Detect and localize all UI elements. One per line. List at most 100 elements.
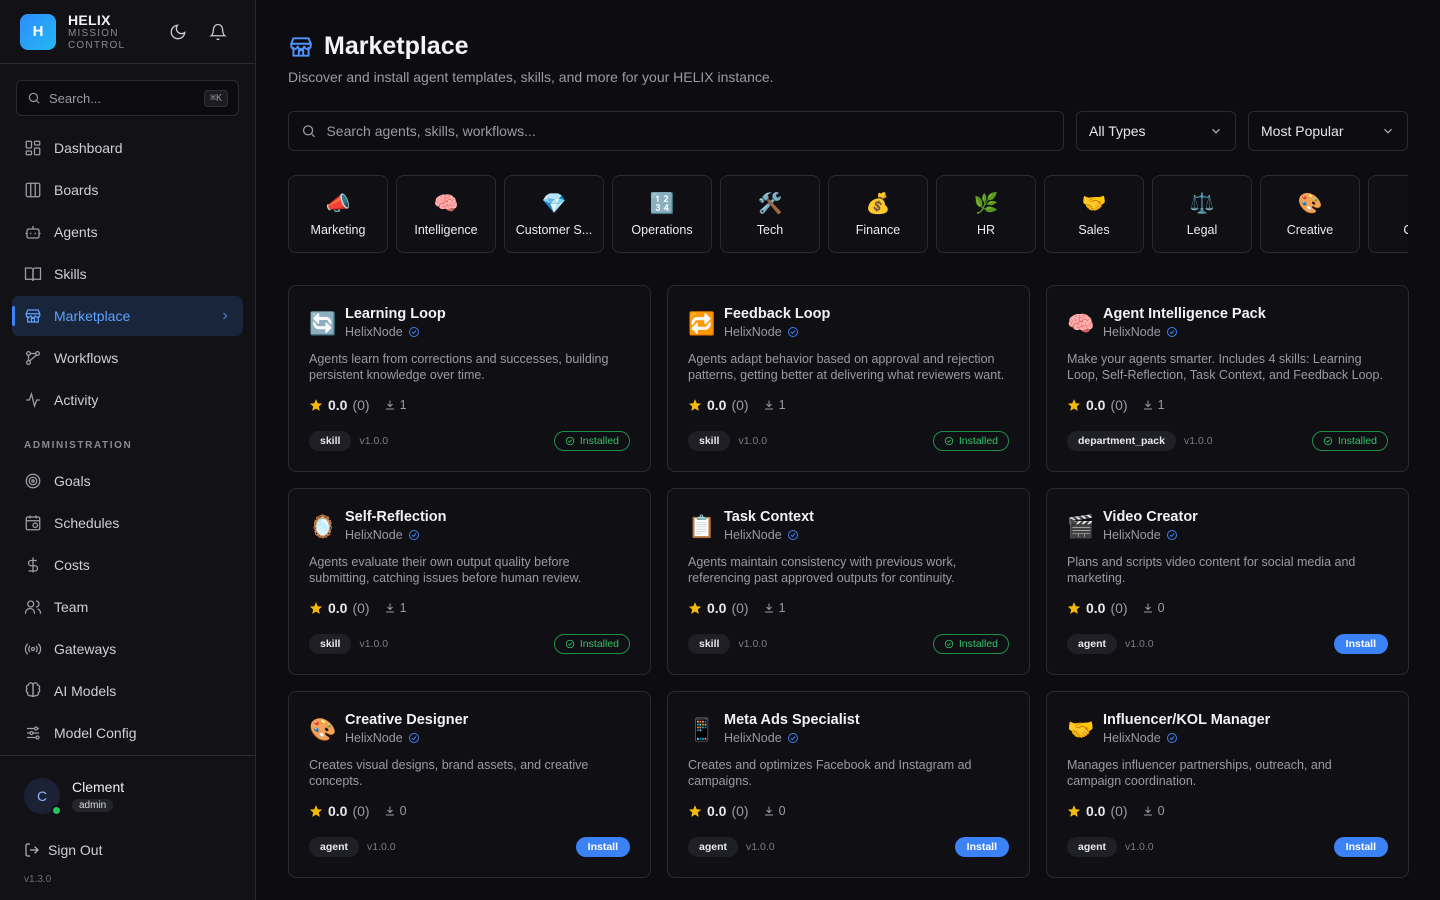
card-footer: agent v1.0.0 Install: [688, 837, 1009, 857]
card-header: 📱 Meta Ads Specialist HelixNode: [688, 712, 1009, 745]
listing-description: Agents evaluate their own output quality…: [309, 555, 582, 585]
nav-dashboard[interactable]: Dashboard: [12, 128, 243, 168]
listing-name[interactable]: Self-Reflection: [345, 509, 447, 525]
listing-name[interactable]: Influencer/KOL Manager: [1103, 712, 1270, 728]
nav-boards[interactable]: Boards: [12, 170, 243, 210]
nav-workflows[interactable]: Workflows: [12, 338, 243, 378]
verified-icon: [787, 733, 798, 743]
listing-stats: 0.0 (0) 1: [1067, 397, 1388, 413]
rating-value: 0.0: [707, 803, 727, 819]
marketplace-search: [288, 111, 1064, 151]
dashboard-icon: [25, 140, 41, 156]
listing-emoji-icon: 📱: [688, 717, 716, 742]
brand-text: HELIX MISSION CONTROL: [68, 12, 169, 51]
listing-card[interactable]: 📋 Task Context HelixNode Agents maintain co…: [667, 488, 1030, 675]
listing-name[interactable]: Agent Intelligence Pack: [1103, 306, 1266, 322]
category-label: HR: [976, 223, 996, 237]
listing-card[interactable]: 🪞 Self-Reflection HelixNode Agents evaluate…: [288, 488, 651, 675]
listing-name[interactable]: Video Creator: [1103, 509, 1198, 525]
listing-name[interactable]: Learning Loop: [345, 306, 446, 322]
install-button[interactable]: Install: [575, 837, 630, 857]
install-button[interactable]: Install: [954, 837, 1009, 857]
star-icon: [309, 399, 323, 411]
type-filter-value: All Types: [1089, 123, 1146, 139]
listing-card[interactable]: 🎨 Creative Designer HelixNode Creates visua…: [288, 691, 651, 878]
category-label: Customer S...: [515, 223, 593, 237]
download-count: 1: [778, 398, 786, 412]
card-footer: agent v1.0.0 Install: [309, 837, 630, 857]
category-sales[interactable]: 🤝 Sales: [1044, 175, 1144, 253]
nav-marketplace[interactable]: Marketplace: [12, 296, 243, 336]
nav-model-config[interactable]: Model Config: [12, 713, 243, 753]
nav-skills[interactable]: Skills: [12, 254, 243, 294]
installed-label: Installed: [958, 638, 998, 650]
author-name: HelixNode: [1103, 528, 1161, 542]
category-finance[interactable]: 💰 Finance: [828, 175, 928, 253]
logout-icon: [25, 843, 39, 857]
category-operations[interactable]: 🔢 Operations: [612, 175, 712, 253]
boards-icon: [25, 182, 41, 198]
brand-logo[interactable]: H: [20, 13, 56, 50]
version-label: v1.0.0: [1183, 435, 1213, 447]
install-button[interactable]: Install: [1333, 837, 1388, 857]
listing-name[interactable]: Meta Ads Specialist: [724, 712, 860, 728]
category-marketing[interactable]: 📣 Marketing: [288, 175, 388, 253]
rating-value: 0.0: [707, 397, 727, 413]
listing-stats: 0.0 (0) 1: [309, 397, 630, 413]
listing-author: HelixNode: [724, 731, 860, 745]
download-stat: 1: [1142, 398, 1165, 412]
marketplace-search-input[interactable]: [326, 123, 1051, 139]
listing-name[interactable]: Feedback Loop: [724, 306, 830, 322]
installed-label: Installed: [579, 638, 619, 650]
sidebar-search[interactable]: Search... ⌘K: [16, 80, 239, 116]
category-intelligence[interactable]: 🧠 Intelligence: [396, 175, 496, 253]
category-label: Operations: [631, 223, 693, 237]
nav-label: Gateways: [54, 641, 117, 657]
card-footer: agent v1.0.0 Install: [1067, 837, 1388, 857]
nav-schedules[interactable]: Schedules: [12, 503, 243, 543]
listing-card[interactable]: 🎬 Video Creator HelixNode Plans and scripts…: [1046, 488, 1409, 675]
listing-name[interactable]: Creative Designer: [345, 712, 468, 728]
category-copy[interactable]: Copy: [1368, 175, 1408, 253]
nav-activity[interactable]: Activity: [12, 380, 243, 420]
category-hr[interactable]: 🌿 HR: [936, 175, 1036, 253]
category-legal[interactable]: ⚖️ Legal: [1152, 175, 1252, 253]
user-profile[interactable]: C Clement admin: [24, 778, 231, 816]
dollar-icon: [27, 557, 39, 573]
category-customer-s[interactable]: 💎 Customer S...: [504, 175, 604, 253]
type-filter-select[interactable]: All Types: [1076, 111, 1236, 151]
listing-name[interactable]: Task Context: [724, 509, 814, 525]
listing-card[interactable]: 🤝 Influencer/KOL Manager HelixNode Manages …: [1046, 691, 1409, 878]
category-emoji-icon: 🛠️: [757, 193, 783, 215]
category-tech[interactable]: 🛠️ Tech: [720, 175, 820, 253]
avatar[interactable]: C: [24, 778, 62, 816]
moon-icon[interactable]: [169, 23, 187, 41]
nav-team[interactable]: Team: [12, 587, 243, 627]
nav-ai-models[interactable]: AI Models: [12, 671, 243, 711]
category-creative[interactable]: 🎨 Creative: [1260, 175, 1360, 253]
nav-gateways[interactable]: Gateways: [12, 629, 243, 669]
bell-icon[interactable]: [209, 23, 227, 41]
nav-agents[interactable]: Agents: [12, 212, 243, 252]
listing-card[interactable]: 📱 Meta Ads Specialist HelixNode Creates and…: [667, 691, 1030, 878]
listing-card[interactable]: 🔄 Learning Loop HelixNode Agents learn from…: [288, 285, 651, 472]
sort-select[interactable]: Most Popular: [1248, 111, 1408, 151]
store-icon: [25, 309, 41, 323]
star-icon: [1067, 805, 1081, 817]
version-label: v1.0.0: [359, 638, 389, 650]
nav-goals[interactable]: Goals: [12, 461, 243, 501]
listing-card[interactable]: 🔁 Feedback Loop HelixNode Agents adapt beha…: [667, 285, 1030, 472]
sign-out-label: Sign Out: [48, 842, 103, 858]
download-stat: 1: [384, 601, 407, 615]
card-header: 🎬 Video Creator HelixNode: [1067, 509, 1388, 542]
review-count: (0): [731, 600, 749, 616]
listing-card[interactable]: 🧠 Agent Intelligence Pack HelixNode Make yo…: [1046, 285, 1409, 472]
star-icon: [1067, 602, 1081, 614]
sign-out-button[interactable]: Sign Out: [24, 842, 231, 858]
category-emoji-icon: 💎: [541, 193, 567, 215]
install-button[interactable]: Install: [1333, 634, 1388, 654]
nav-costs[interactable]: Costs: [12, 545, 243, 585]
nav-label: Activity: [54, 392, 99, 408]
listing-emoji-icon: 🎨: [309, 717, 337, 742]
rating-value: 0.0: [328, 600, 348, 616]
